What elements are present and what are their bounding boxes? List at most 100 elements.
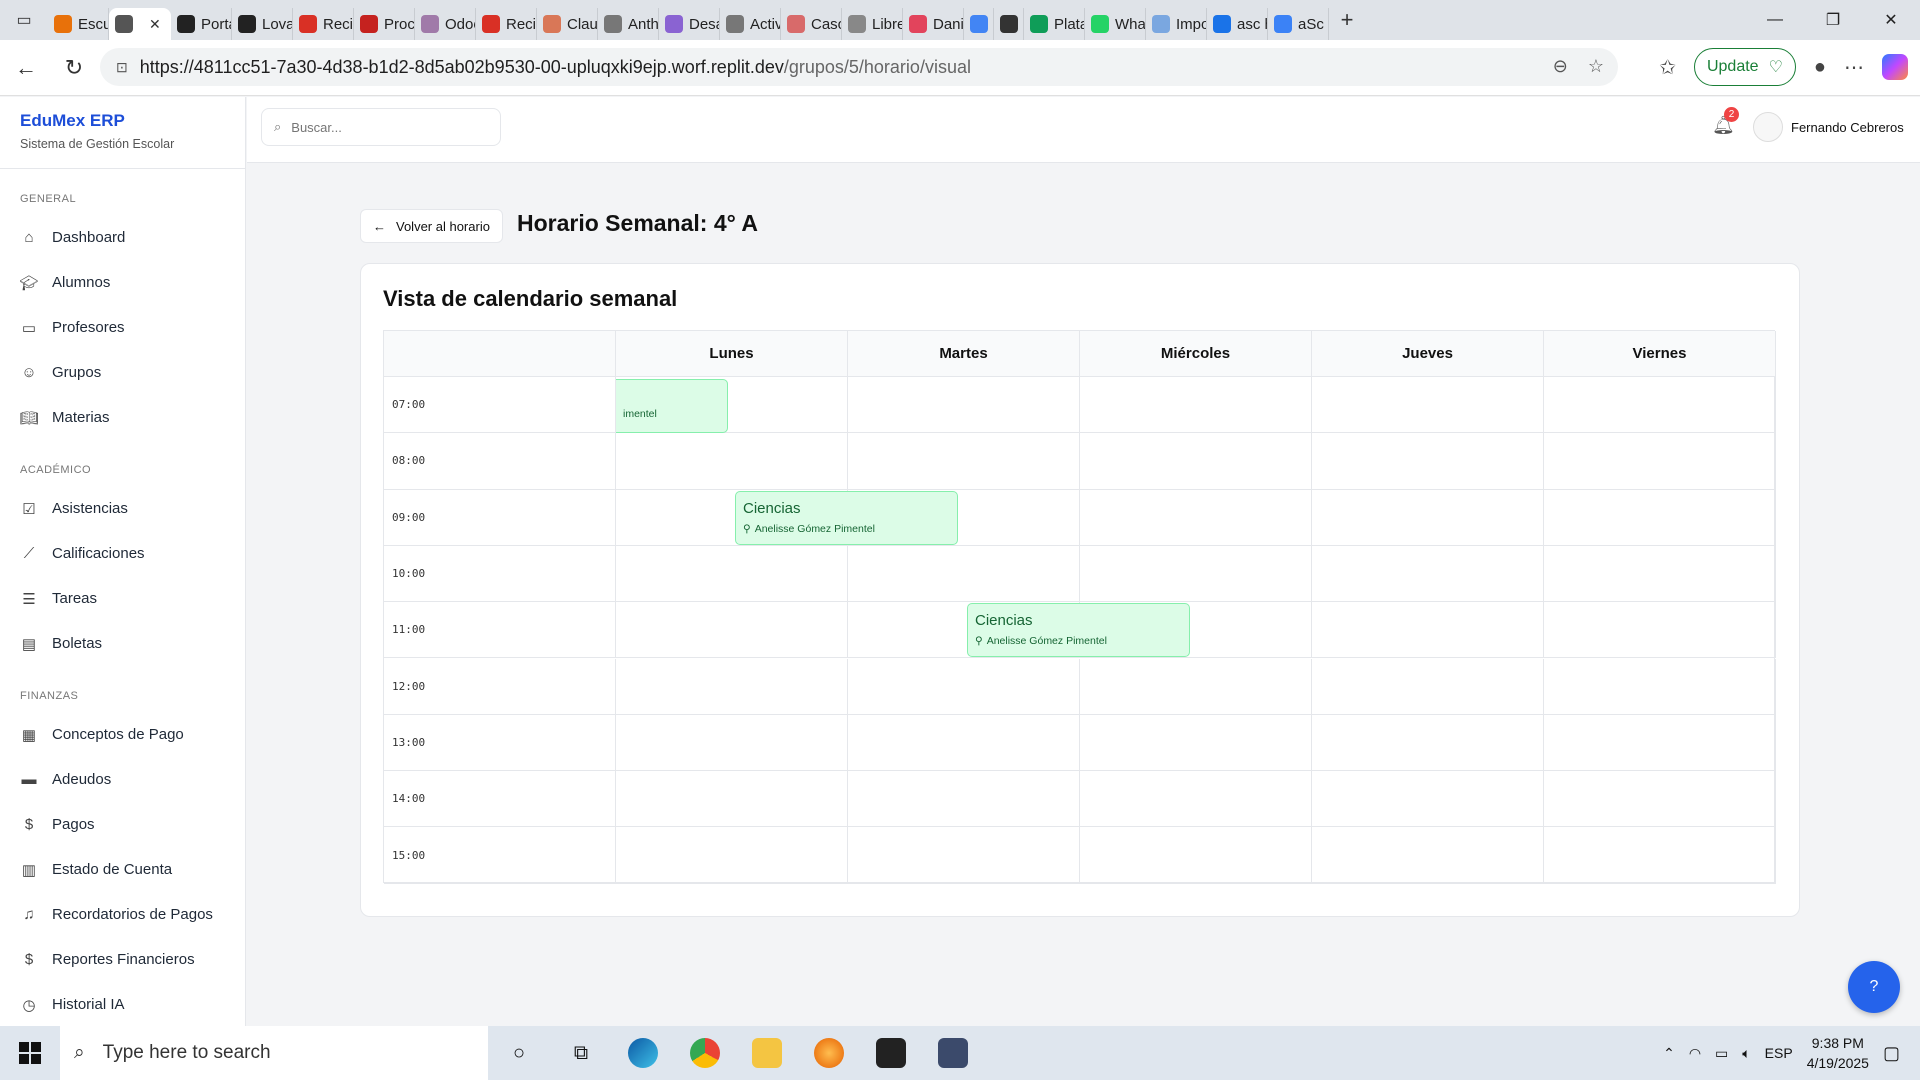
sidebar-item-dashboard[interactable]: ⌂ Dashboard (0, 215, 245, 260)
sidebar-item-reportes-financieros[interactable]: $ Reportes Financieros (0, 937, 245, 982)
schedule-cell[interactable] (616, 827, 848, 884)
sidebar-item-profesores[interactable]: ▭ Profesores (0, 305, 245, 350)
minimize-icon[interactable]: — (1746, 0, 1804, 40)
class-event[interactable]: Ciencias ⚲ Anelisse Gómez Pimentel (967, 603, 1190, 657)
url-field[interactable]: ⊡ https://4811cc51-7a30-4d38-b1d2-8d5ab0… (100, 48, 1618, 86)
schedule-cell[interactable] (1080, 377, 1312, 434)
wifi-icon[interactable]: ◠ (1689, 1045, 1701, 1062)
schedule-cell[interactable] (848, 658, 1080, 715)
schedule-cell[interactable] (1312, 602, 1544, 659)
schedule-cell[interactable] (616, 771, 848, 828)
browser-tab[interactable]: Recit (293, 8, 354, 40)
browser-tab[interactable]: Activ (720, 8, 781, 40)
browser-tab[interactable]: Anth (598, 8, 659, 40)
schedule-cell[interactable] (848, 714, 1080, 772)
windows-start-icon[interactable] (0, 1026, 60, 1080)
chevron-up-icon[interactable]: ⌃ (1663, 1045, 1675, 1062)
schedule-cell[interactable] (1544, 658, 1776, 715)
schedule-cell[interactable] (1544, 489, 1776, 546)
close-tab-icon[interactable]: ✕ (149, 16, 161, 33)
schedule-cell[interactable] (1544, 433, 1776, 490)
sidebar-item-alumnos[interactable]: 🎓︎ Alumnos (0, 260, 245, 305)
clock[interactable]: 9:38 PM 4/19/2025 (1807, 1033, 1869, 1073)
schedule-cell[interactable] (616, 602, 848, 659)
schedule-cell[interactable] (616, 658, 848, 715)
favorites-icon[interactable]: ✩ (1659, 55, 1676, 80)
notifications-bell-icon[interactable]: 🔔︎ 2 (1712, 107, 1739, 136)
schedule-cell[interactable] (1080, 827, 1312, 884)
search-box[interactable]: ⌕ (261, 108, 501, 146)
close-window-icon[interactable]: ✕ (1862, 0, 1920, 40)
new-tab-button[interactable]: + (1329, 4, 1365, 36)
schedule-cell[interactable] (1080, 545, 1312, 603)
schedule-cell[interactable] (1080, 433, 1312, 490)
class-event[interactable]: imentel (616, 379, 728, 433)
language-indicator[interactable]: ESP (1765, 1045, 1793, 1061)
more-menu-icon[interactable]: ⋯ (1844, 55, 1864, 80)
browser-tab[interactable]: Desa (659, 8, 720, 40)
schedule-cell[interactable] (1312, 545, 1544, 603)
back-arrow-icon[interactable]: ← (4, 46, 48, 90)
browser-tab[interactable]: Libre (842, 8, 903, 40)
browser-tab[interactable]: Odoo (415, 8, 476, 40)
task-view-icon[interactable]: ⧉ (550, 1026, 612, 1080)
browser-tab[interactable]: Dani (903, 8, 964, 40)
schedule-cell[interactable] (1544, 377, 1776, 434)
update-button[interactable]: Update ♡ (1693, 48, 1796, 86)
schedule-cell[interactable] (848, 433, 1080, 490)
browser-tab[interactable]: Porta (171, 8, 232, 40)
schedule-cell[interactable] (616, 433, 848, 490)
help-button[interactable]: ? (1848, 961, 1900, 1013)
schedule-cell[interactable] (1312, 714, 1544, 772)
sidebar-item-historial-ia[interactable]: ◷ Historial IA (0, 982, 245, 1027)
schedule-cell[interactable] (1080, 489, 1312, 546)
browser-tab[interactable]: Wha (1085, 8, 1146, 40)
browser-tab[interactable] (994, 8, 1024, 40)
user-menu[interactable]: Fernando Cebreros (1753, 112, 1904, 142)
search-input[interactable] (291, 119, 472, 135)
schedule-cell[interactable] (848, 827, 1080, 884)
browser-tab[interactable]: Proce (354, 8, 415, 40)
firefox-app-icon[interactable] (798, 1026, 860, 1080)
schedule-cell[interactable] (1312, 489, 1544, 546)
battery-icon[interactable]: ▭ (1715, 1045, 1728, 1062)
schedule-cell[interactable] (1080, 714, 1312, 772)
browser-tab[interactable]: ✕ (109, 8, 171, 40)
class-event[interactable]: Ciencias ⚲ Anelisse Gómez Pimentel (735, 491, 958, 545)
sidebar-item-pagos[interactable]: $ Pagos (0, 802, 245, 847)
brand-title[interactable]: EduMex ERP (20, 111, 225, 131)
browser-tab[interactable]: Impo (1146, 8, 1207, 40)
sidebar-item-asistencias[interactable]: ☑ Asistencias (0, 486, 245, 531)
file-explorer-icon[interactable] (736, 1026, 798, 1080)
schedule-cell[interactable] (848, 771, 1080, 828)
browser-tab[interactable]: Plata (1024, 8, 1085, 40)
schedule-cell[interactable] (848, 545, 1080, 603)
schedule-cell[interactable] (1544, 602, 1776, 659)
sidebar-item-tareas[interactable]: ☰ Tareas (0, 576, 245, 621)
browser-tab[interactable]: Lova (232, 8, 293, 40)
browser-tab[interactable]: Clau (537, 8, 598, 40)
sidebar-item-grupos[interactable]: ☺ Grupos (0, 350, 245, 395)
browser-tab[interactable]: Escu (48, 8, 109, 40)
browser-tab[interactable]: asc h (1207, 8, 1268, 40)
schedule-cell[interactable] (1312, 827, 1544, 884)
sidebar-item-adeudos[interactable]: ▬ Adeudos (0, 757, 245, 802)
schedule-cell[interactable] (1312, 433, 1544, 490)
restore-icon[interactable]: ❐ (1804, 0, 1862, 40)
schedule-cell[interactable] (848, 377, 1080, 434)
browser-tab[interactable] (964, 8, 994, 40)
reload-icon[interactable]: ↻ (52, 46, 96, 90)
browser-tab[interactable]: aSc H (1268, 8, 1329, 40)
schedule-cell[interactable] (616, 714, 848, 772)
edge-app-icon[interactable] (612, 1026, 674, 1080)
schedule-cell[interactable] (1312, 771, 1544, 828)
browser-tab[interactable]: Recit (476, 8, 537, 40)
sidebar-item-calificaciones[interactable]: ⟋ Calificaciones (0, 531, 245, 576)
schedule-cell[interactable] (1080, 658, 1312, 715)
zoom-icon[interactable]: ⊖ (1553, 56, 1568, 77)
sidebar-item-recordatorios-de-pagos[interactable]: ♫ Recordatorios de Pagos (0, 892, 245, 937)
game-app-icon[interactable] (860, 1026, 922, 1080)
taskbar-search[interactable]: ⌕ Type here to search (60, 1026, 488, 1080)
schedule-cell[interactable] (1544, 714, 1776, 772)
notifications-center-icon[interactable]: ▢ (1883, 1043, 1900, 1064)
